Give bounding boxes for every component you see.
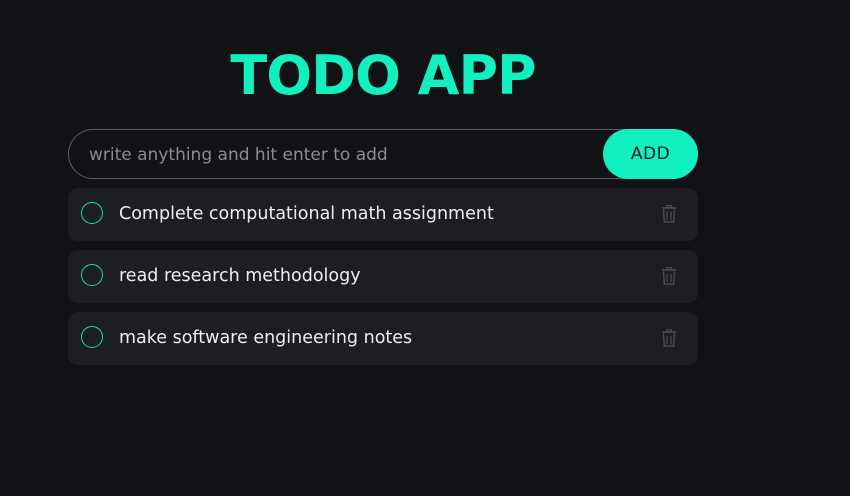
trash-icon[interactable] <box>661 204 677 223</box>
todo-item: Complete computational math assignment <box>68 188 698 241</box>
todo-text: read research methodology <box>119 266 361 286</box>
todo-text: Complete computational math assignment <box>119 204 494 224</box>
add-button[interactable]: ADD <box>603 129 698 179</box>
circle-checkbox-icon[interactable] <box>81 264 103 286</box>
todo-list: Complete computational math assignment r… <box>68 188 698 374</box>
page-title: TODO APP <box>230 44 536 107</box>
todo-item: read research methodology <box>68 250 698 303</box>
circle-checkbox-icon[interactable] <box>81 202 103 224</box>
add-todo-form: ADD <box>68 129 698 180</box>
todo-item: make software engineering notes <box>68 312 698 365</box>
trash-icon[interactable] <box>661 328 677 347</box>
todo-text: make software engineering notes <box>119 328 413 348</box>
circle-checkbox-icon[interactable] <box>81 326 103 348</box>
todo-input[interactable] <box>87 130 591 180</box>
trash-icon[interactable] <box>661 266 677 285</box>
